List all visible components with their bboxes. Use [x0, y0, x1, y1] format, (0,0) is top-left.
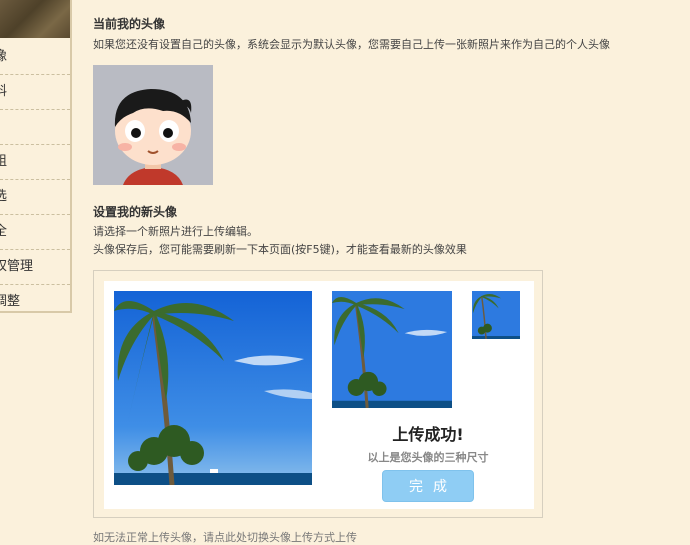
upload-success-subtitle: 以上是您头像的三种尺寸: [367, 451, 489, 464]
upload-success-title: 上传成功!: [392, 425, 464, 444]
cartoon-avatar-icon: [93, 65, 213, 185]
sidebar-item-adjust[interactable]: 调整: [0, 285, 70, 319]
new-avatar-title: 设置我的新头像: [93, 205, 178, 219]
new-avatar-instruction: 请选择一个新照片进行上传编辑。: [93, 225, 258, 238]
fallback-upload-link[interactable]: 如无法正常上传头像，请点此处切换头像上传方式上传: [93, 529, 357, 545]
avatar-preview-large: [114, 291, 312, 485]
avatar-preview-small: [472, 291, 520, 339]
palm-tree-photo-icon: [332, 291, 452, 408]
sidebar-item-avatar[interactable]: 像: [0, 38, 70, 75]
sidebar-item-security[interactable]: 全: [0, 215, 70, 250]
sidebar-nav: 像 料 · 组 选 全 权管理 调整: [0, 0, 72, 313]
current-avatar-image: [93, 65, 213, 185]
avatar-preview-medium: [332, 291, 452, 408]
palm-tree-photo-icon: [114, 291, 312, 485]
current-avatar-description: 如果您还没有设置自己的头像，系统会显示为默认头像，您需要自己上传一张新照片来作为…: [93, 38, 610, 51]
done-button[interactable]: 完成: [382, 470, 474, 502]
sidebar-item-select[interactable]: 选: [0, 180, 70, 215]
sidebar-item-group[interactable]: 组: [0, 145, 70, 180]
upload-panel: 上传成功! 以上是您头像的三种尺寸 完成: [93, 270, 543, 518]
sidebar-item-profile[interactable]: 料: [0, 75, 70, 110]
upload-panel-inner: 上传成功! 以上是您头像的三种尺寸 完成: [104, 281, 534, 509]
sidebar-item-3[interactable]: ·: [0, 110, 70, 145]
current-avatar-title: 当前我的头像: [93, 17, 166, 31]
new-avatar-refresh-note: 头像保存后，您可能需要刷新一下本页面(按F5键)，才能查看最新的头像效果: [93, 243, 467, 256]
palm-tree-photo-icon: [472, 291, 520, 339]
sidebar-header: [0, 0, 70, 38]
sidebar-item-permission[interactable]: 权管理: [0, 250, 70, 285]
